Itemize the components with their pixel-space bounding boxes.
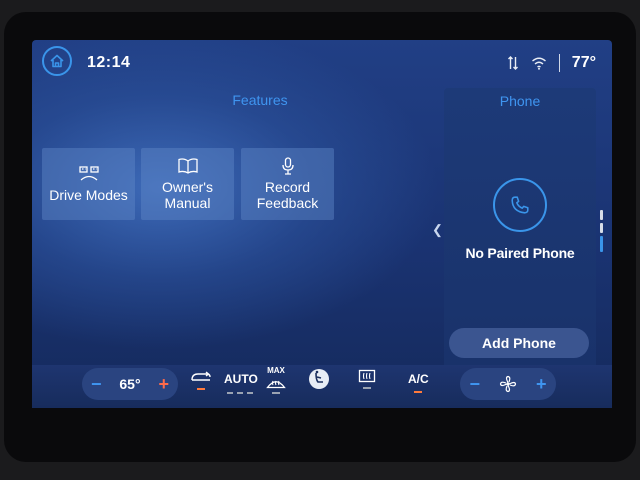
home-icon [50, 54, 64, 68]
recirculation-indicator [197, 388, 205, 390]
phone-button[interactable] [493, 178, 547, 232]
fan-up-button[interactable]: + [536, 374, 547, 395]
ac-indicator [414, 391, 423, 393]
drive-modes-tile[interactable]: Drive Modes [42, 148, 135, 220]
outside-temperature: 77° [571, 54, 596, 71]
recirculation-button[interactable] [190, 369, 212, 390]
scroll-segment [600, 210, 603, 220]
max-label: MAX [267, 366, 285, 375]
auto-label: AUTO [224, 372, 258, 386]
features-title: Features [232, 92, 288, 108]
temp-down-button[interactable]: − [91, 374, 102, 395]
drive-modes-label: Drive Modes [49, 187, 128, 203]
fan-speed-control: − + [460, 368, 556, 400]
add-phone-button[interactable]: Add Phone [449, 328, 589, 358]
home-button[interactable] [42, 46, 72, 76]
temp-up-button[interactable]: + [158, 374, 169, 395]
rear-defrost-icon [358, 369, 376, 383]
microphone-icon [281, 157, 294, 175]
owners-manual-label: Owner's Manual [162, 179, 213, 211]
book-icon [177, 158, 198, 174]
scroll-segment-active [600, 236, 603, 252]
front-defrost-icon [266, 380, 286, 389]
fan-down-button[interactable]: − [469, 374, 480, 395]
fan-icon [499, 375, 517, 393]
owners-manual-tile[interactable]: Owner's Manual [141, 148, 234, 220]
infotainment-screen: 12:14 77° Features Drive Modes Owner's M… [32, 40, 612, 408]
page-scroll-indicator[interactable] [600, 210, 604, 255]
rear-defrost-indicator [363, 387, 371, 389]
phone-title: Phone [499, 93, 541, 109]
max-defrost-button[interactable]: MAX [266, 366, 286, 394]
phone-status: No Paired Phone [465, 245, 575, 261]
heated-seat-button[interactable] [308, 368, 330, 390]
climate-bar: − 65° + AUTO MAX A/C − + [32, 365, 612, 408]
temperature-control: − 65° + [82, 368, 178, 400]
auto-indicator [226, 392, 255, 394]
rear-defrost-button[interactable] [358, 369, 376, 389]
clock: 12:14 [87, 54, 131, 71]
max-defrost-indicator [272, 392, 280, 394]
ac-label: A/C [408, 372, 429, 386]
auto-button[interactable]: AUTO [224, 372, 258, 394]
wifi-icon [531, 57, 546, 70]
data-transfer-icon [507, 56, 518, 70]
heated-seat-icon [309, 369, 329, 389]
scroll-segment [600, 223, 603, 233]
record-feedback-label: Record Feedback [256, 179, 319, 211]
chevron-left-icon[interactable]: ❮ [432, 222, 443, 238]
phone-icon [511, 196, 529, 214]
status-divider [558, 54, 560, 72]
ac-button[interactable]: A/C [408, 372, 429, 393]
recirculation-icon [191, 371, 211, 381]
record-feedback-tile[interactable]: Record Feedback [241, 148, 334, 220]
drive-modes-icon [78, 166, 99, 181]
phone-panel: Phone No Paired Phone Add Phone [444, 88, 596, 370]
status-indicators: 77° [507, 54, 596, 72]
temperature-value: 65° [119, 376, 141, 392]
